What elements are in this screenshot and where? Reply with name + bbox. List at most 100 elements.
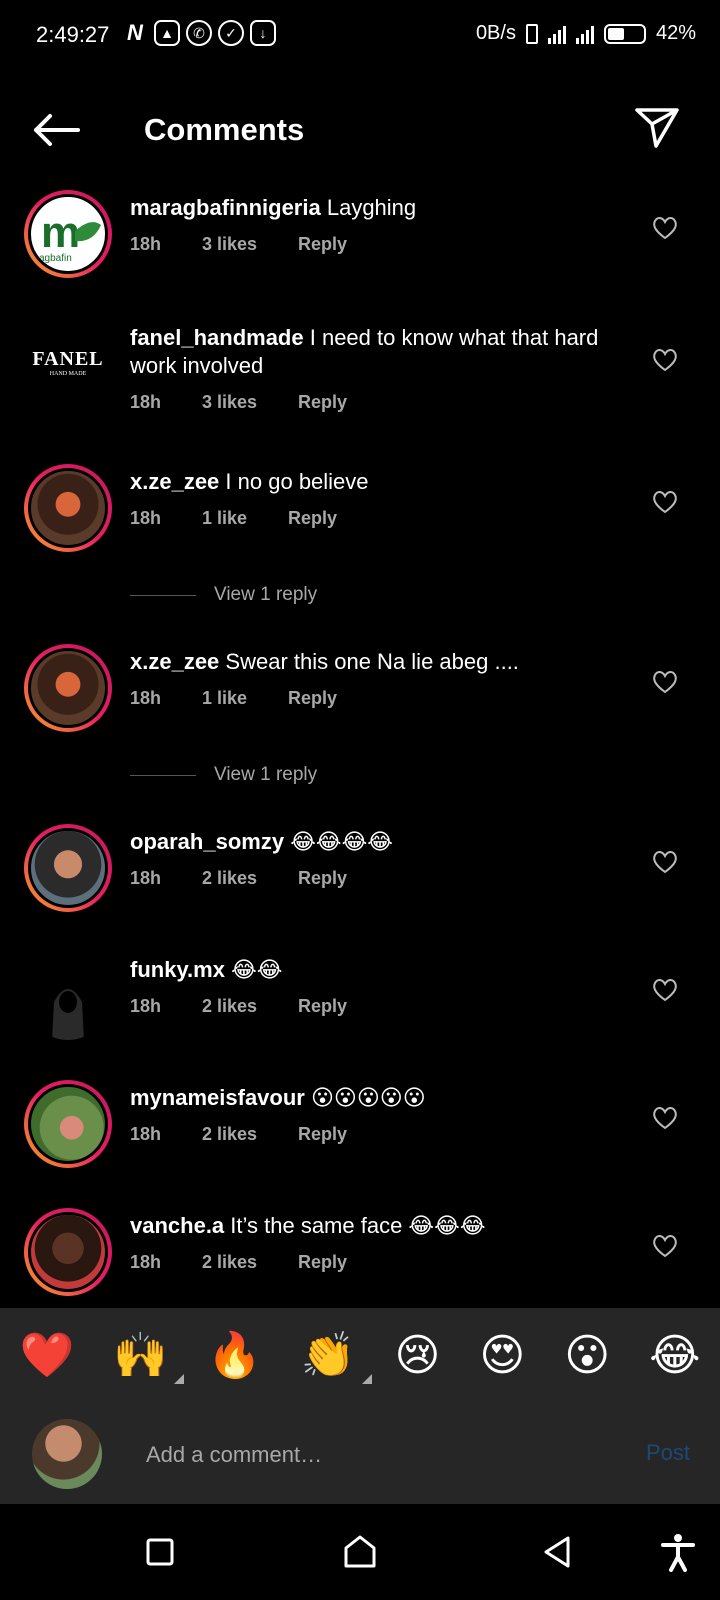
emoji-crying[interactable]: 😢	[395, 1332, 441, 1380]
comment-body: vanche.a It’s the same face 😂😂😂	[130, 1212, 600, 1240]
view-replies-line	[130, 774, 196, 776]
accessibility-icon[interactable]	[658, 1532, 698, 1572]
comment-text: 😂😂	[231, 957, 283, 982]
comment-likes[interactable]: 1 like	[202, 688, 288, 709]
comment-meta: 18h 2 likes Reply	[130, 1124, 347, 1145]
comment-likes[interactable]: 2 likes	[202, 1252, 298, 1273]
reply-button[interactable]: Reply	[298, 1124, 347, 1145]
status-time: 2:49:27	[36, 22, 110, 47]
reply-button[interactable]: Reply	[298, 234, 347, 255]
comment-username[interactable]: fanel_handmade	[130, 325, 304, 350]
emoji-heart[interactable]: ❤️	[19, 1332, 74, 1380]
comment-likes[interactable]: 1 like	[202, 508, 288, 529]
recent-apps-icon[interactable]	[140, 1532, 180, 1572]
avatar[interactable]	[24, 952, 112, 1040]
avatar[interactable]	[24, 1208, 112, 1296]
reply-button[interactable]: Reply	[298, 996, 347, 1017]
heart-icon[interactable]	[652, 978, 678, 1002]
view-replies-button[interactable]: View 1 reply	[130, 584, 317, 606]
comment-likes[interactable]: 3 likes	[202, 234, 298, 255]
status-bar: 2:49:27 N ▲ ✆ ✓ ↓ 0B/s 42%	[0, 0, 720, 72]
reply-button[interactable]: Reply	[288, 688, 337, 709]
avatar[interactable]: m agbafin	[24, 190, 112, 278]
comment-time: 18h	[130, 868, 162, 888]
comment-username[interactable]: funky.mx	[130, 957, 225, 982]
whatsapp-icon: ✆	[186, 20, 212, 46]
heart-icon[interactable]	[652, 1106, 678, 1130]
post-button[interactable]: Post	[646, 1440, 690, 1466]
view-replies-button[interactable]: View 1 reply	[130, 764, 317, 786]
heart-icon[interactable]	[652, 1234, 678, 1258]
comment-username[interactable]: mynameisfavour	[130, 1085, 305, 1110]
emoji-raised-hands[interactable]: 🙌	[113, 1332, 185, 1384]
comment-meta: 18h 1 like Reply	[130, 508, 337, 529]
emoji-surprised[interactable]: 😮	[564, 1332, 610, 1380]
comment-body: mynameisfavour 😮😮😮😮😮	[130, 1084, 600, 1112]
heart-icon[interactable]	[652, 216, 678, 240]
comment-input[interactable]	[144, 1434, 588, 1476]
fanel-logo: FANEL	[32, 347, 104, 370]
emoji-heart-eyes[interactable]: 😍	[479, 1332, 525, 1380]
comment-meta: 18h 2 likes Reply	[130, 1252, 347, 1273]
fanel-logo-sub: HAND MADE	[49, 370, 87, 377]
comment-body: oparah_somzy 😂😂😂😂	[130, 828, 600, 856]
avatar[interactable]	[24, 464, 112, 552]
heart-icon[interactable]	[652, 490, 678, 514]
avatar[interactable]	[24, 1080, 112, 1168]
back-arrow-icon[interactable]	[30, 110, 82, 150]
my-avatar	[32, 1419, 102, 1489]
heart-icon[interactable]	[652, 348, 678, 372]
view-replies-label: View 1 reply	[214, 764, 318, 785]
back-icon[interactable]	[538, 1532, 578, 1572]
vibrate-icon	[525, 23, 538, 44]
reply-button[interactable]: Reply	[298, 392, 347, 413]
comment-body: funky.mx 😂😂	[130, 956, 600, 984]
comment-likes[interactable]: 2 likes	[202, 868, 298, 889]
comment-time: 18h	[130, 688, 162, 708]
comment-likes[interactable]: 2 likes	[202, 996, 298, 1017]
avatar[interactable]: FANEL HAND MADE	[24, 318, 112, 406]
comment-username[interactable]: oparah_somzy	[130, 829, 284, 854]
comment-text: 😮😮😮😮😮	[310, 1085, 426, 1110]
home-icon[interactable]	[340, 1532, 380, 1572]
comment-username[interactable]: x.ze_zee	[130, 469, 219, 494]
page-title: Comments	[144, 112, 305, 147]
comment-username[interactable]: x.ze_zee	[130, 649, 219, 674]
skin-tone-indicator	[361, 1374, 372, 1384]
header: Comments	[0, 90, 720, 170]
check-icon: ✓	[218, 20, 244, 46]
emoji-clapping-glyph: 👏	[300, 1331, 356, 1380]
emoji-fire[interactable]: 🔥	[207, 1332, 262, 1380]
comment-composer: Post	[0, 1404, 720, 1504]
comment-meta: 18h 2 likes Reply	[130, 868, 347, 889]
view-replies-line	[130, 594, 196, 596]
gallery-icon: ▲	[154, 20, 180, 46]
comment-username[interactable]: vanche.a	[130, 1213, 224, 1238]
comment-body: fanel_handmade I need to know what that …	[130, 324, 600, 380]
comment-body: x.ze_zee I no go believe	[130, 468, 600, 496]
comment-time: 18h	[130, 392, 162, 412]
comment-time: 18h	[130, 234, 162, 254]
avatar[interactable]	[24, 824, 112, 912]
view-replies-label: View 1 reply	[214, 584, 318, 605]
avatar[interactable]	[24, 644, 112, 732]
emoji-clapping[interactable]: 👏	[300, 1331, 372, 1384]
reply-button[interactable]: Reply	[298, 1252, 347, 1273]
heart-icon[interactable]	[652, 850, 678, 874]
maragbafin-logo-letter: m	[41, 208, 80, 257]
hooded-figure-image	[52, 989, 84, 1040]
reply-button[interactable]: Reply	[288, 508, 337, 529]
comment-time: 18h	[130, 1124, 162, 1144]
comment-time: 18h	[130, 1252, 162, 1272]
comment-likes[interactable]: 2 likes	[202, 1124, 298, 1145]
comment-username[interactable]: maragbafinnigeria	[130, 195, 321, 220]
heart-icon[interactable]	[652, 670, 678, 694]
comment-likes[interactable]: 3 likes	[202, 392, 298, 413]
comment-body: maragbafinnigeria Layghing	[130, 194, 600, 222]
comment-meta: 18h 3 likes Reply	[130, 234, 347, 255]
emoji-laughing[interactable]: 😂	[649, 1332, 700, 1380]
comment-text: Swear this one Na lie abeg ....	[225, 649, 519, 674]
reply-button[interactable]: Reply	[298, 868, 347, 889]
send-icon[interactable]	[634, 104, 680, 150]
comment-text: 😂😂😂😂	[290, 829, 394, 854]
